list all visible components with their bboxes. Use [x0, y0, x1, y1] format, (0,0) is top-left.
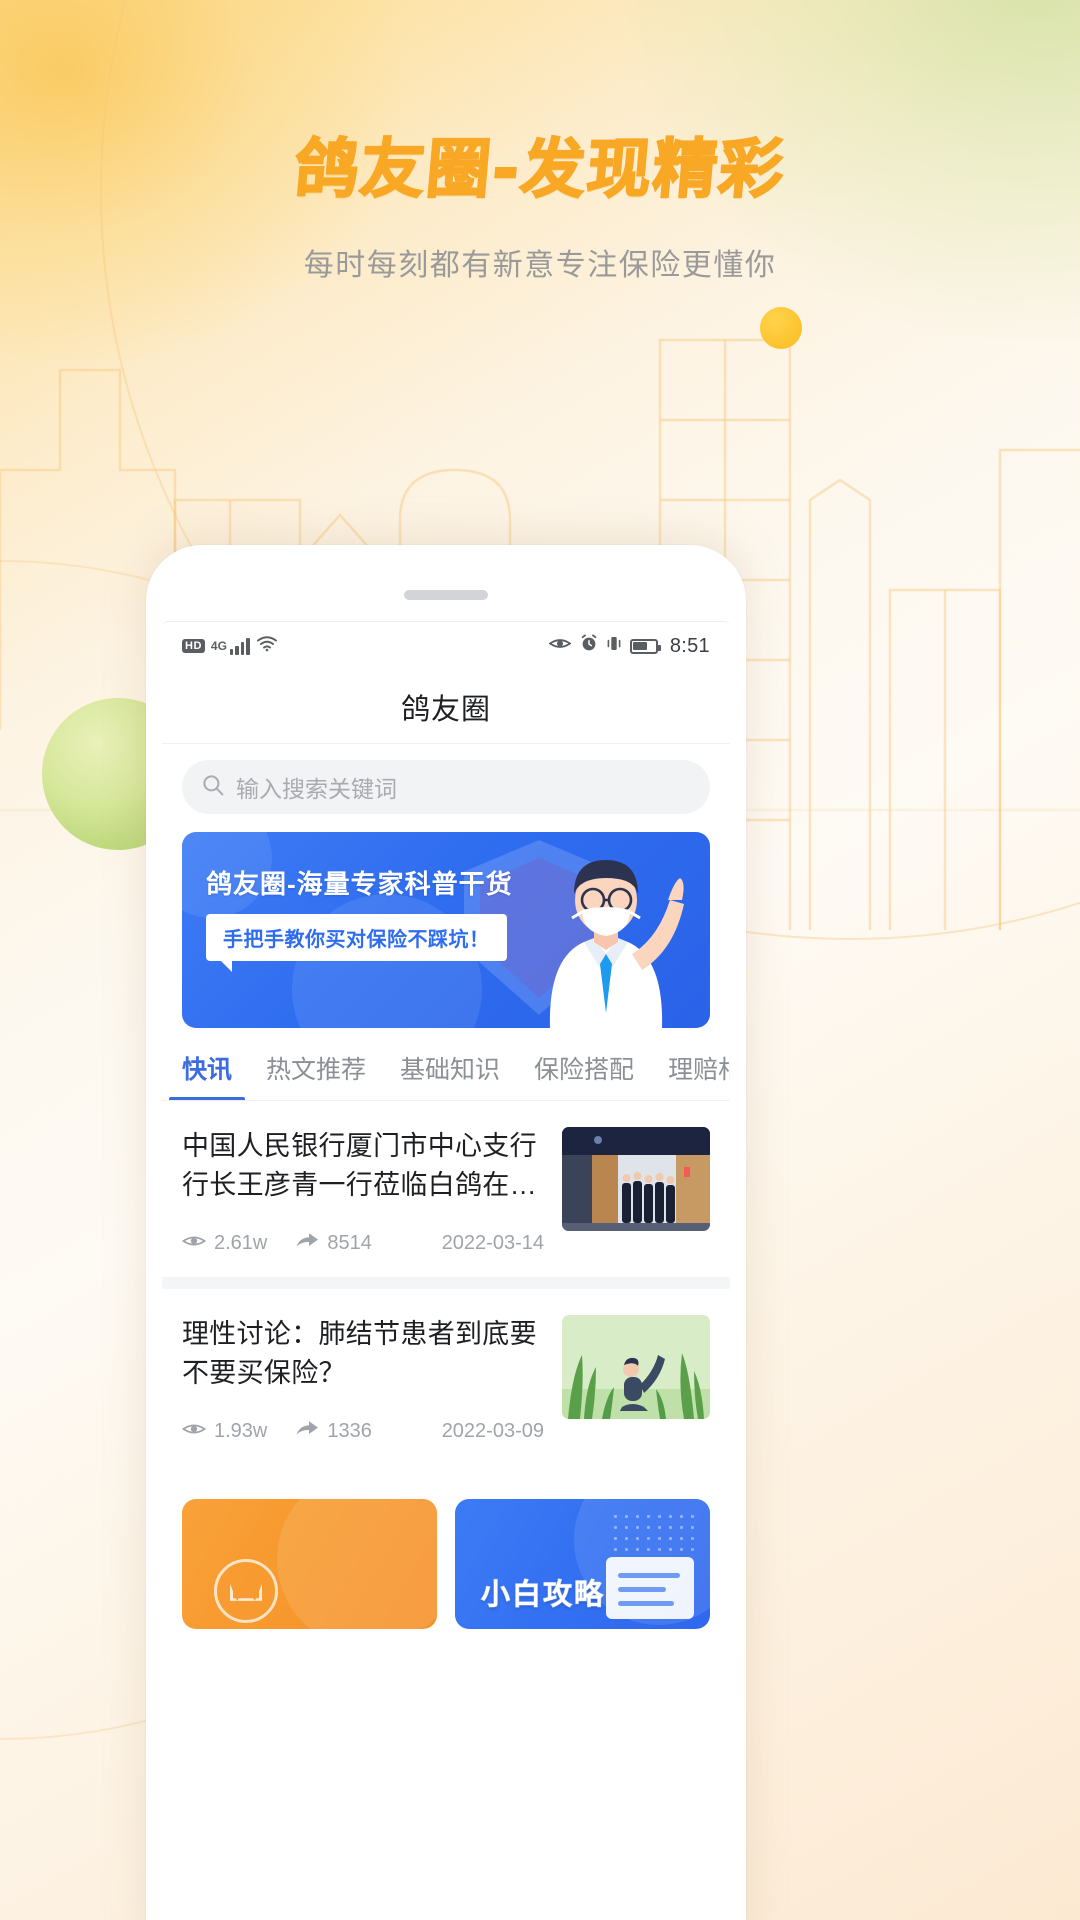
news-content: 理性讨论：肺结节患者到底要不要买保险？ 1.93w 1336 2022-03-0…	[181, 1315, 544, 1443]
card-sheen	[277, 1498, 437, 1629]
tab-rewentuijian[interactable]: 热文推荐	[266, 1050, 366, 1100]
status-bar-right: 8:51	[548, 634, 710, 658]
share-count: 1336	[295, 1420, 372, 1443]
news-content: 中国人民银行厦门市中心支行行长王彦青一行莅临白鸽在… 2.61w 8514 20…	[181, 1127, 544, 1255]
news-date: 2022-03-09	[441, 1419, 544, 1442]
eye-icon	[548, 635, 572, 657]
search-input[interactable]: 输入搜索关键词	[182, 760, 710, 814]
tab-lipeixiang[interactable]: 理赔相	[668, 1050, 730, 1100]
promo-card-orange[interactable]	[182, 1498, 437, 1629]
share-count: 8514	[295, 1232, 372, 1255]
wifi-icon	[256, 635, 278, 658]
eye-icon	[181, 1420, 207, 1443]
page-title: 鸽友圈-发现精彩	[290, 132, 789, 208]
app-header: 鸽友圈	[162, 670, 730, 744]
view-count-value: 2.61w	[214, 1231, 268, 1254]
search-placeholder: 输入搜索关键词	[236, 776, 397, 802]
view-count: 1.93w	[181, 1419, 268, 1443]
alarm-icon	[580, 634, 598, 658]
share-icon	[295, 1232, 319, 1255]
banner-tag: 手把手教你买对保险不踩坑！	[206, 914, 507, 972]
share-count-value: 8514	[327, 1231, 372, 1254]
hd-icon: HD	[182, 638, 205, 654]
search-icon	[202, 774, 224, 801]
category-tabs: 快讯 热文推荐 基础知识 保险搭配 理赔相	[162, 1028, 730, 1101]
brand-logo-icon	[214, 1558, 278, 1623]
news-list-item[interactable]: 中国人民银行厦门市中心支行行长王彦青一行莅临白鸽在… 2.61w 8514 20…	[162, 1101, 730, 1277]
promo-card-blue[interactable]: 小白攻略	[455, 1498, 710, 1629]
news-title: 理性讨论：肺结节患者到底要不要买保险？	[182, 1318, 537, 1389]
status-bar-left: HD 4G	[182, 635, 278, 658]
tab-baoxiandapei[interactable]: 保险搭配	[534, 1050, 634, 1100]
share-count-value: 1336	[327, 1419, 372, 1442]
news-meta: 2.61w 8514 2022-03-14	[181, 1231, 544, 1255]
tab-kuaixun[interactable]: 快讯	[182, 1050, 232, 1100]
view-count-value: 1.93w	[214, 1419, 268, 1442]
phone-speaker	[404, 590, 488, 600]
news-date: 2022-03-14	[441, 1231, 544, 1254]
yellow-dot-accent	[760, 307, 802, 349]
news-list-item[interactable]: 理性讨论：肺结节患者到底要不要买保险？ 1.93w 1336 2022-03-0…	[162, 1288, 730, 1465]
app-title: 鸽友圈	[400, 693, 491, 726]
tab-jichuzhishi[interactable]: 基础知识	[400, 1050, 500, 1100]
news-title: 中国人民银行厦门市中心支行行长王彦青一行莅临白鸽在…	[182, 1131, 537, 1201]
share-icon	[295, 1420, 319, 1443]
page-subtitle: 每时每刻都有新意专注保险更懂你	[303, 249, 777, 282]
search-section: 输入搜索关键词	[162, 744, 730, 826]
hero-section: 鸽友圈-发现精彩 每时每刻都有新意专注保险更懂你	[0, 118, 1080, 284]
battery-icon	[629, 638, 661, 654]
promo-card-label: 小白攻略	[480, 1578, 606, 1611]
news-thumbnail[interactable]	[562, 1314, 710, 1419]
view-count: 2.61w	[181, 1231, 268, 1255]
promo-card-row: 小白攻略	[162, 1476, 730, 1629]
eye-icon	[181, 1232, 207, 1255]
news-thumbnail[interactable]	[562, 1127, 710, 1231]
banner-section: 鸽友圈-海量专家科普干货 手把手教你买对保险不踩坑！	[162, 826, 730, 1028]
network-type-label: 4G	[210, 638, 227, 653]
document-icon	[606, 1556, 694, 1619]
status-bar: HD 4G 8:51	[162, 622, 730, 670]
promo-banner[interactable]: 鸽友圈-海量专家科普干货 手把手教你买对保险不踩坑！	[182, 832, 710, 1028]
news-meta: 1.93w 1336 2022-03-09	[181, 1419, 544, 1443]
doctor-illustration	[549, 860, 684, 1028]
news-list: 中国人民银行厦门市中心支行行长王彦青一行莅临白鸽在… 2.61w 8514 20…	[162, 1101, 730, 1465]
phone-screen: HD 4G 8:51 鸽友圈 输入搜索关键词 鸽友圈-海量专家科普干货 手把手教…	[162, 621, 730, 1920]
vibrate-icon	[607, 635, 621, 658]
banner-title: 鸽友圈-海量专家科普干货	[206, 869, 513, 899]
status-bar-time: 8:51	[669, 634, 710, 657]
phone-mockup: HD 4G 8:51 鸽友圈 输入搜索关键词 鸽友圈-海量专家科普干货 手把手教…	[146, 545, 746, 1920]
signal-icon	[229, 637, 250, 655]
dot-pattern	[610, 1510, 696, 1557]
